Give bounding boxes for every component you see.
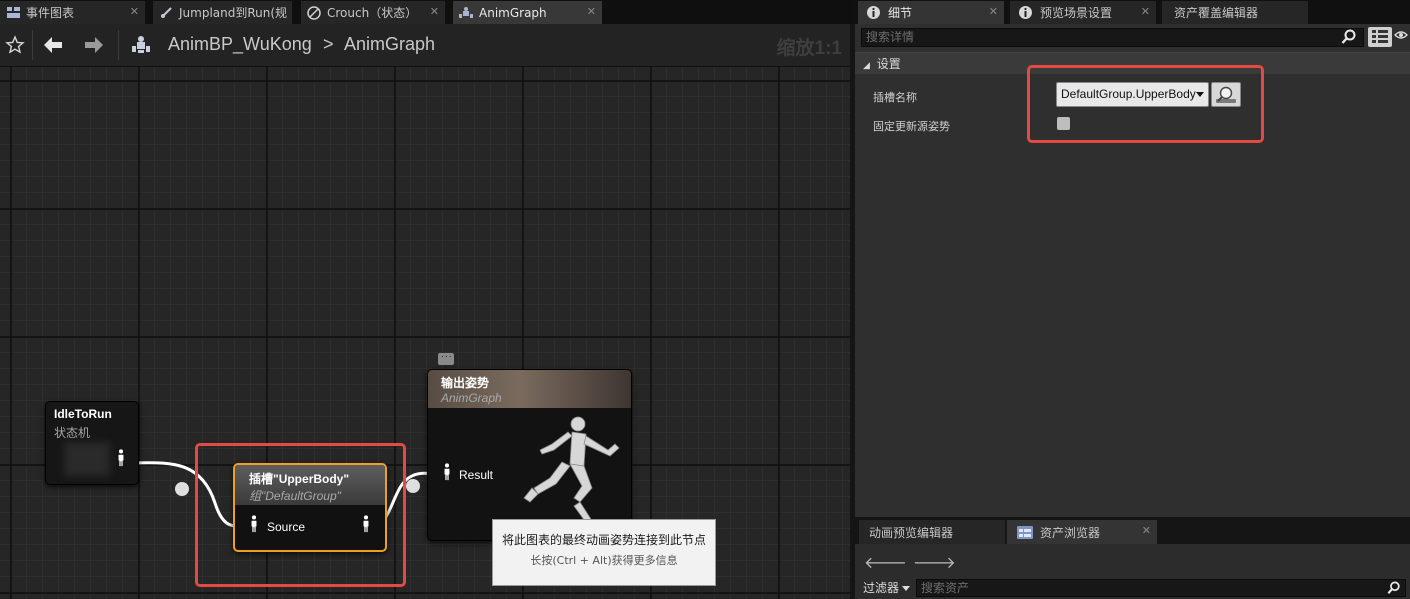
eye-icon[interactable] (1394, 28, 1410, 46)
tab-label: 资产覆盖编辑器 (1174, 6, 1259, 20)
tab-label: AnimGraph (479, 5, 547, 20)
tab-anim-graph[interactable]: AnimGraph ✕ (453, 1, 603, 24)
breadcrumb-separator: > (323, 34, 334, 54)
anim-graph-icon (128, 32, 154, 58)
node-title: 输出姿势 (441, 376, 490, 390)
search-placeholder: 搜索资产 (921, 581, 970, 595)
result-pin-label: Result (459, 468, 494, 482)
details-panel: 搜索详情 ◢ 设置 插槽名称 DefaultGroup.UpperBody 固定… (855, 24, 1410, 517)
tooltip: 将此图表的最终动画姿势连接到此节点 长按(Ctrl + Alt)获得更多信息 (492, 519, 716, 586)
asset-search-input[interactable]: 搜索资产 (916, 579, 1406, 597)
forward-arrow-icon[interactable]: 🡒 (913, 553, 962, 572)
tab-label: Crouch（状态） (327, 6, 418, 20)
info-icon (866, 5, 881, 20)
history-nav: 🡐🡒 (864, 552, 962, 572)
panel-tab-bar: 细节 ✕ 预览场景设置 ✕ 资产覆盖编辑器 (850, 0, 1410, 24)
tooltip-text: 将此图表的最终动画姿势连接到此节点 (501, 533, 706, 547)
event-graph-icon (6, 6, 20, 20)
tab-asset-override-editor[interactable]: 资产覆盖编辑器 (1162, 1, 1308, 24)
state-icon (307, 5, 321, 20)
search-placeholder: 搜索详情 (866, 30, 915, 44)
tab-label: 预览场景设置 (1040, 6, 1113, 20)
filter-label: 过滤器 (863, 581, 900, 595)
close-icon[interactable]: ✕ (989, 5, 998, 18)
breadcrumb-blueprint[interactable]: AnimBP_WuKong (168, 34, 312, 55)
tab-transition[interactable]: Jumpland到Run(规 (153, 1, 293, 24)
tab-label: 资产浏览器 (1040, 525, 1101, 540)
highlight-box-slot-settings (1027, 65, 1264, 143)
anim-graph-icon (459, 6, 473, 20)
tab-event-graph[interactable]: 事件图表 ✕ (0, 1, 146, 24)
wire-reroute-dot (175, 482, 189, 496)
info-icon (1018, 5, 1033, 20)
graph-canvas[interactable]: IdleToRun 状态机 插槽"UpperBody" 组"DefaultGro… (0, 67, 850, 599)
tab-details[interactable]: 细节 ✕ (858, 1, 1004, 24)
comment-bubble-icon[interactable]: ... (438, 350, 454, 365)
details-panel-area: 细节 ✕ 预览场景设置 ✕ 资产覆盖编辑器 搜索详情 ◢ 设置 插槽名称 Def… (850, 0, 1410, 599)
close-icon[interactable]: ✕ (1141, 5, 1150, 18)
graph-wires (126, 461, 437, 528)
favorite-star-icon[interactable] (2, 32, 28, 58)
tab-label: 动画预览编辑器 (869, 525, 954, 540)
bottom-tab-bar: 动画预览编辑器 资产浏览器 ✕ (855, 517, 1410, 544)
document-tab-bar: 事件图表 ✕ Jumpland到Run(规 Crouch（状态） ✕ AnimG… (0, 0, 850, 24)
forward-arrow-icon[interactable] (81, 32, 107, 58)
filter-button[interactable]: 过滤器 (863, 579, 911, 596)
result-pin-icon[interactable] (442, 463, 452, 481)
tab-asset-browser[interactable]: 资产浏览器 ✕ (1007, 520, 1157, 544)
view-options-grid-icon[interactable] (1368, 27, 1392, 47)
always-update-label: 固定更新源姿势 (873, 120, 950, 133)
zoom-level: 缩放1:1 (776, 38, 842, 59)
anim-blueprint-editor: 事件图表 ✕ Jumpland到Run(规 Crouch（状态） ✕ AnimG… (0, 0, 1410, 599)
details-search-input[interactable]: 搜索详情 (861, 28, 1364, 47)
tab-label: 细节 (888, 6, 913, 20)
tab-anim-preview-editor[interactable]: 动画预览编辑器 (859, 520, 1005, 544)
graph-toolbar: AnimBP_WuKong > AnimGraph 缩放1:1 (0, 24, 850, 67)
node-title: IdleToRun (54, 407, 112, 421)
section-title: 设置 (876, 57, 901, 71)
node-subtitle: 状态机 (54, 426, 91, 440)
state-machine-node[interactable]: IdleToRun 状态机 (45, 401, 139, 485)
asset-browser-panel: 动画预览编辑器 资产浏览器 ✕ 🡐🡒 过滤器 搜索资产 (855, 517, 1410, 599)
highlight-box-slot (195, 443, 406, 587)
collapse-triangle-icon: ◢ (863, 61, 870, 71)
output-pose-node[interactable]: 输出姿势 AnimGraph Result (427, 369, 632, 541)
node-subtitle: AnimGraph (441, 391, 502, 405)
back-arrow-icon[interactable]: 🡐 (864, 553, 913, 572)
close-icon[interactable]: ✕ (130, 5, 139, 18)
graph-editor: 事件图表 ✕ Jumpland到Run(规 Crouch（状态） ✕ AnimG… (0, 0, 850, 599)
chevron-down-icon (902, 586, 911, 591)
close-icon[interactable]: ✕ (430, 5, 439, 18)
tab-crouch-state[interactable]: Crouch（状态） ✕ (301, 1, 446, 24)
transition-icon (159, 6, 173, 20)
close-icon[interactable]: ✕ (1142, 524, 1151, 537)
tooltip-hint: 长按(Ctrl + Alt)获得更多信息 (530, 554, 678, 567)
search-icon[interactable] (1387, 581, 1401, 599)
tab-label: 事件图表 (26, 6, 75, 20)
tab-label: Jumpland到Run(规 (179, 6, 288, 20)
asset-browser-icon (1017, 525, 1033, 539)
slot-name-label: 插槽名称 (873, 91, 917, 104)
back-arrow-icon[interactable] (40, 32, 66, 58)
wire-reroute-dot (406, 479, 420, 493)
close-icon[interactable]: ✕ (587, 5, 596, 18)
tab-preview-scene-settings[interactable]: 预览场景设置 ✕ (1010, 1, 1156, 24)
search-icon[interactable] (1339, 28, 1359, 46)
breadcrumb-graph[interactable]: AnimGraph (344, 34, 435, 55)
pose-pin-icon[interactable] (116, 449, 126, 467)
